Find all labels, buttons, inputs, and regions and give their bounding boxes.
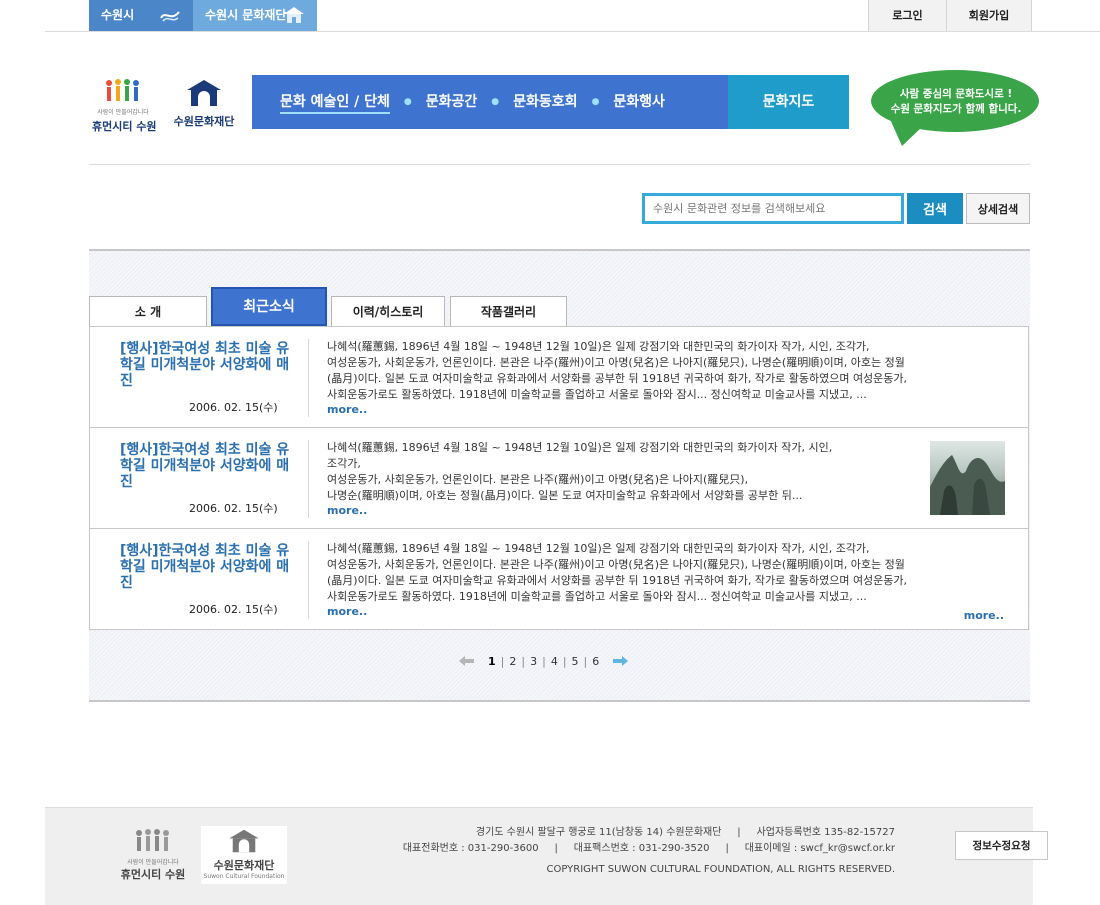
swirl-icon xyxy=(160,11,180,22)
main-navigation: 문화 예술인 / 단체 ● 문화공간 ● 문화동호회 ● 문화행사 문화지도 xyxy=(252,75,849,129)
footer-humancity-name: 휴먼시티 수원 xyxy=(120,868,186,881)
humancity-tagline: 사람이 만들어갑니다 xyxy=(97,109,149,116)
pavilion-icon xyxy=(284,7,304,23)
nav-spaces[interactable]: 문화공간 xyxy=(426,75,478,129)
page-1[interactable]: 1 xyxy=(483,655,501,668)
news-item: [행사]한국여성 최초 미술 유학길 미개척분야 서양화에 매진 2006. 0… xyxy=(90,529,1028,630)
footer-address: 경기도 수원시 팔달구 행궁로 11(남창동 14) 수원문화재단 | 사업자등… xyxy=(475,827,895,838)
page-3[interactable]: 3 xyxy=(525,655,542,668)
news-title[interactable]: [행사]한국여성 최초 미술 유학길 미개척분야 서양화에 매진 xyxy=(120,442,290,490)
news-title[interactable]: [행사]한국여성 최초 미술 유학길 미개척분야 서양화에 매진 xyxy=(120,543,290,591)
join-button[interactable]: 회원가입 xyxy=(946,0,1032,31)
footer-humancity-tagline: 사람이 만들어갑니다 xyxy=(127,859,179,866)
bubble-text: 사람 중심의 문화도시로 ! 수원 문화지도가 함께 합니다. xyxy=(890,88,1022,115)
news-separator xyxy=(308,541,309,619)
footer-contact: 대표전화번호 : 031-290-3600 | 대표팩스번호 : 031-290… xyxy=(402,843,895,854)
header-divider xyxy=(89,164,1030,165)
news-summary: 나혜석(羅蕙錫, 1896년 4월 18일 ~ 1948년 12월 10일)은 … xyxy=(327,340,908,401)
footer-foundation-logo: 수원문화재단 Suwon Cultural Foundation xyxy=(201,826,287,884)
news-date: 2006. 02. 15(수) xyxy=(189,401,278,414)
page-4[interactable]: 4 xyxy=(546,655,563,668)
footer-info: 경기도 수원시 팔달구 행궁로 11(남창동 14) 수원문화재단 | 사업자등… xyxy=(403,825,895,878)
foundation-logo[interactable]: 수원문화재단 xyxy=(168,78,240,129)
page-2[interactable]: 2 xyxy=(504,655,521,668)
foundation-name: 수원문화재단 xyxy=(173,115,235,128)
next-arrow-icon[interactable] xyxy=(612,655,629,667)
news-separator xyxy=(308,440,309,518)
people-logo-icon xyxy=(106,79,139,101)
news-item: [행사]한국여성 최초 미술 유학길 미개척분야 서양화에 매진 2006. 0… xyxy=(90,327,1028,428)
tab-gallery[interactable]: 작품갤러리 xyxy=(450,296,567,326)
news-more-link[interactable]: more.. xyxy=(327,504,367,517)
news-list: [행사]한국여성 최초 미술 유학길 미개척분야 서양화에 매진 2006. 0… xyxy=(89,326,1029,630)
footer: 사람이 만들어갑니다 휴먼시티 수원 수원문화재단 Suwon Cultural… xyxy=(45,807,1048,905)
news-item: [행사]한국여성 최초 미술 유학길 미개척분야 서양화에 매진 2006. 0… xyxy=(90,428,1028,529)
suwon-foundation-link-label: 수원시 문화재단 xyxy=(205,8,287,22)
news-date: 2006. 02. 15(수) xyxy=(189,502,278,515)
news-summary: 나혜석(羅蕙錫, 1896년 4월 18일 ~ 1948년 12월 10일)은 … xyxy=(327,441,833,502)
footer-foundation-name: 수원문화재단 xyxy=(213,859,275,872)
advanced-search-button[interactable]: 상세검색 xyxy=(966,193,1030,224)
humancity-name: 휴먼시티 수원 xyxy=(92,120,157,133)
prev-arrow-icon[interactable] xyxy=(458,655,475,667)
page-6[interactable]: 6 xyxy=(587,655,604,668)
pagination: 1 | 2 | 3 | 4 | 5 | 6 xyxy=(458,653,629,669)
news-title[interactable]: [행사]한국여성 최초 미술 유학길 미개척분야 서양화에 매진 xyxy=(120,341,290,389)
tab-history[interactable]: 이력/히스토리 xyxy=(331,296,445,326)
tab-recent-news[interactable]: 최근소식 xyxy=(211,287,327,326)
footer-humancity-logo: 사람이 만들어갑니다 휴먼시티 수원 xyxy=(117,828,189,882)
footer-foundation-en: Suwon Cultural Foundation xyxy=(203,873,285,880)
gate-logo-icon xyxy=(187,80,221,106)
account-links: 로그인 회원가입 xyxy=(868,0,1032,31)
nav-bullet-icon: ● xyxy=(491,97,500,107)
top-utility-bar: 수원시 수원시 문화재단 로그인 회원가입 xyxy=(45,0,1100,32)
page-5[interactable]: 5 xyxy=(567,655,584,668)
news-more-link-right[interactable]: more.. xyxy=(964,609,1004,622)
footer-copyright: COPYRIGHT SUWON CULTURAL FOUNDATION, ALL… xyxy=(546,864,895,875)
nav-culture-map[interactable]: 문화지도 xyxy=(728,75,849,129)
humancity-logo[interactable]: 사람이 만들어갑니다 휴먼시티 수원 xyxy=(92,78,157,134)
people-logo-icon xyxy=(136,829,169,851)
suwon-foundation-link[interactable]: 수원시 문화재단 xyxy=(193,0,317,31)
login-button[interactable]: 로그인 xyxy=(868,0,946,31)
news-date: 2006. 02. 15(수) xyxy=(189,603,278,616)
nav-artists[interactable]: 문화 예술인 / 단체 xyxy=(280,75,390,129)
suwon-city-link[interactable]: 수원시 xyxy=(89,0,193,31)
nav-bullet-icon: ● xyxy=(403,97,412,107)
search-input[interactable] xyxy=(642,193,904,224)
search-button[interactable]: 검색 xyxy=(907,193,963,224)
info-edit-request-button[interactable]: 정보수정요청 xyxy=(955,831,1048,860)
news-more-link[interactable]: more.. xyxy=(327,403,367,416)
news-more-link[interactable]: more.. xyxy=(327,605,367,618)
news-thumbnail-image[interactable] xyxy=(930,441,1005,515)
nav-clubs[interactable]: 문화동호회 xyxy=(513,75,577,129)
news-separator xyxy=(308,339,309,417)
gate-logo-icon xyxy=(229,829,259,853)
nav-bullet-icon: ● xyxy=(591,97,600,107)
nav-events[interactable]: 문화행사 xyxy=(613,75,665,129)
news-summary: 나혜석(羅蕙錫, 1896년 4월 18일 ~ 1948년 12월 10일)은 … xyxy=(327,542,908,603)
tab-intro[interactable]: 소 개 xyxy=(89,296,207,326)
suwon-city-link-label: 수원시 xyxy=(101,8,135,22)
